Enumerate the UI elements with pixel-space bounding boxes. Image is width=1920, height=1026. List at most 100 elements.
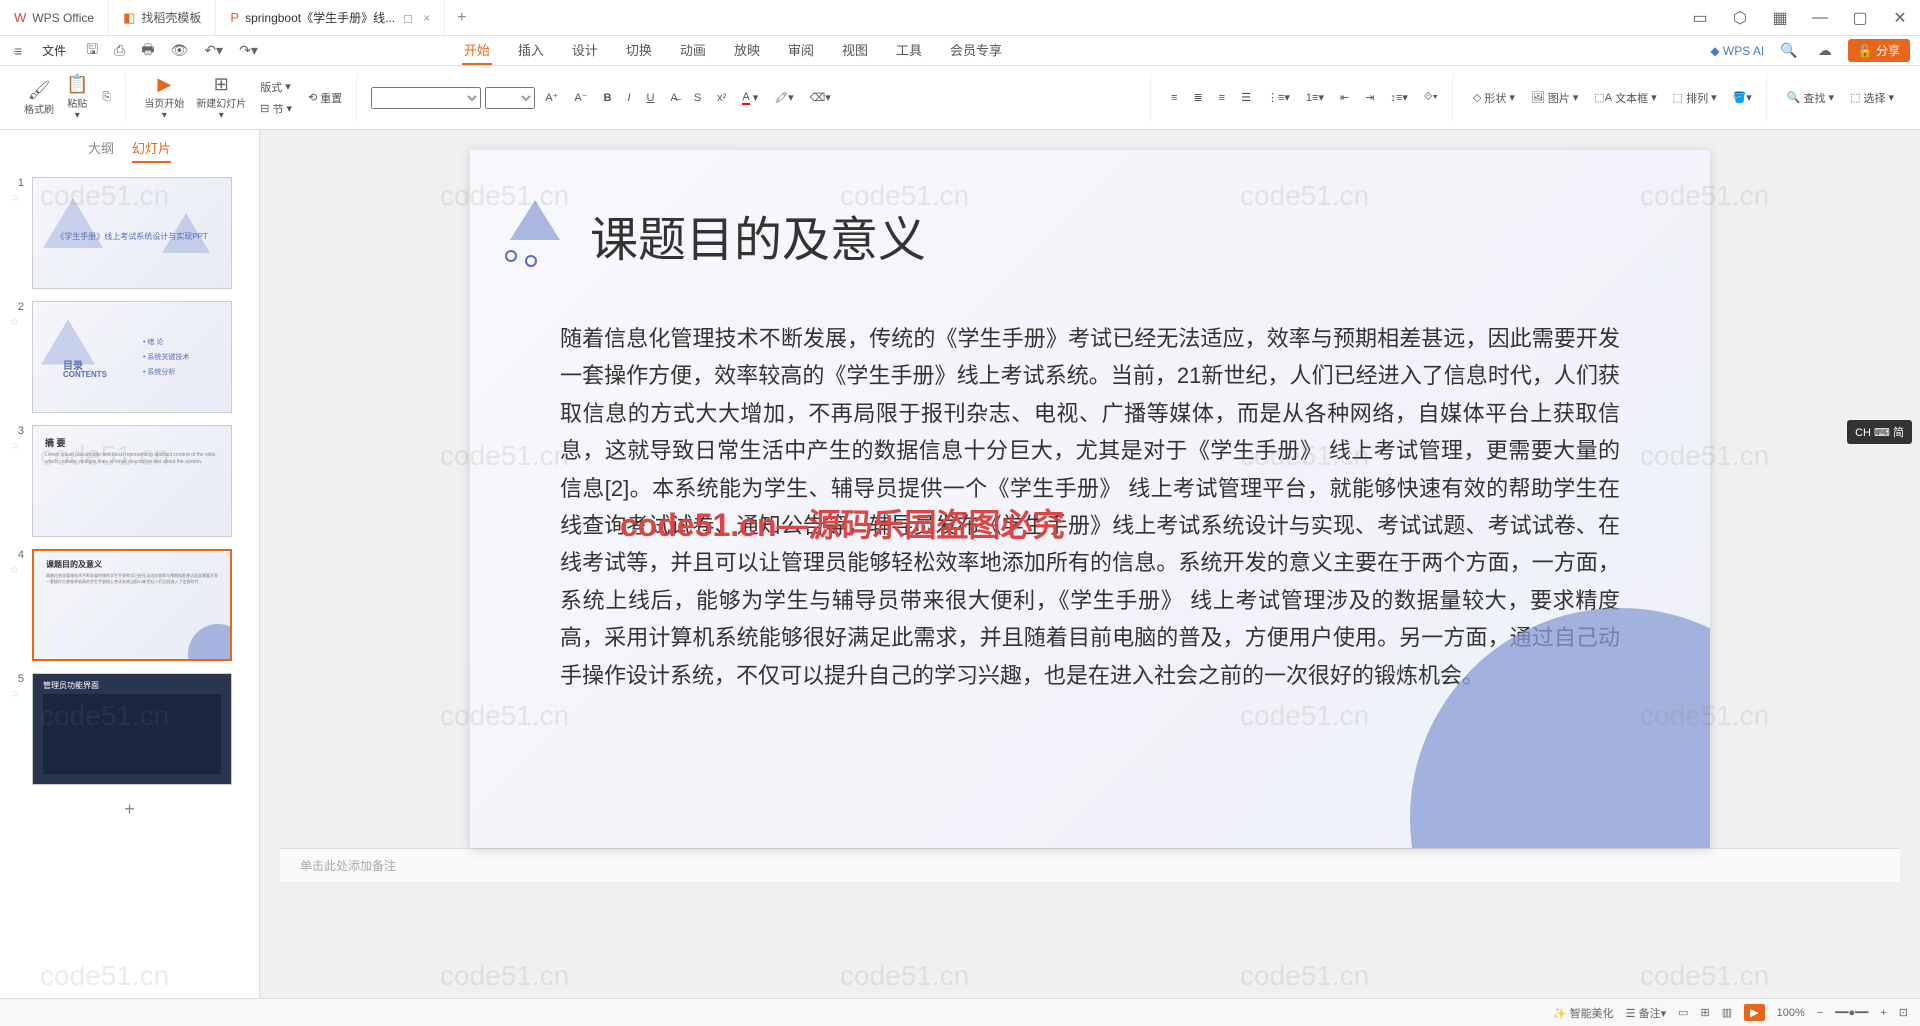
- arrange-button[interactable]: ⬚ 排列▾: [1667, 88, 1723, 108]
- ribbon-tab-review[interactable]: 审阅: [786, 36, 816, 65]
- window-icon-1[interactable]: ▭: [1680, 0, 1720, 36]
- slide-title[interactable]: 课题目的及意义: [590, 200, 926, 270]
- increase-font-button[interactable]: A⁺: [539, 89, 564, 106]
- star-icon[interactable]: ☆: [10, 689, 24, 700]
- textbox-button[interactable]: ⬚A 文本框▾: [1588, 88, 1662, 108]
- smart-beautify-button[interactable]: ✨ 智能美化: [1553, 1005, 1614, 1021]
- file-menu[interactable]: 文件: [34, 40, 74, 61]
- close-window-button[interactable]: ✕: [1880, 0, 1920, 36]
- new-slide-button[interactable]: ⊞新建幻灯片▾: [192, 72, 250, 123]
- bold-button[interactable]: B: [598, 90, 618, 106]
- fill-button[interactable]: 🪣▾: [1727, 89, 1758, 106]
- copy-button[interactable]: ⎘: [96, 89, 117, 106]
- reset-button[interactable]: ⟲ 重置: [302, 88, 348, 108]
- panel-tab-slides[interactable]: 幻灯片: [132, 138, 171, 163]
- font-size-select[interactable]: [485, 87, 535, 109]
- ribbon-tab-insert[interactable]: 插入: [516, 36, 546, 65]
- zoom-level[interactable]: 100%: [1777, 1007, 1805, 1019]
- tab-wps-home[interactable]: WWPS Office: [0, 0, 109, 35]
- select-button[interactable]: ⬚ 选择▾: [1844, 88, 1900, 108]
- ribbon-tab-design[interactable]: 设计: [570, 36, 600, 65]
- maximize-button[interactable]: ▢: [1840, 0, 1880, 36]
- slide-thumb-4[interactable]: 课题目的及意义 随着信息化管理技术不断发展传统的学生手册考试已经无法适应效率与预…: [32, 549, 232, 661]
- hamburger-icon[interactable]: ≡: [10, 41, 26, 61]
- zoom-slider[interactable]: ━━●━━: [1835, 1006, 1868, 1019]
- strike-button[interactable]: S: [688, 90, 707, 106]
- search-icon[interactable]: 🔍: [1776, 40, 1801, 61]
- numbering-button[interactable]: 1≡▾: [1300, 89, 1330, 106]
- add-tab-button[interactable]: +: [445, 9, 478, 27]
- language-badge[interactable]: CH ⌨ 简: [1847, 420, 1912, 444]
- notes-input[interactable]: 单击此处添加备注: [280, 848, 1900, 882]
- indent-dec-button[interactable]: ⇤: [1334, 89, 1355, 106]
- export-icon[interactable]: ⎙: [110, 40, 129, 61]
- shape-button[interactable]: ◇ 形状▾: [1467, 88, 1521, 108]
- ribbon-tab-tools[interactable]: 工具: [894, 36, 924, 65]
- window-icon-2[interactable]: ⬡: [1720, 0, 1760, 36]
- slide-thumb-5[interactable]: 管理员功能界面: [32, 673, 232, 785]
- view-sorter-button[interactable]: ⊞: [1701, 1006, 1710, 1019]
- align-right-button[interactable]: ≡: [1213, 90, 1231, 106]
- superscript-button[interactable]: x²: [711, 90, 732, 106]
- align-left-button[interactable]: ≡: [1165, 90, 1183, 106]
- text-direction-button[interactable]: ⟐▾: [1418, 89, 1444, 106]
- slide-canvas[interactable]: 课题目的及意义 随着信息化管理技术不断发展，传统的《学生手册》考试已经无法适应，…: [470, 150, 1710, 848]
- save-icon[interactable]: 🖫: [82, 37, 102, 65]
- find-button[interactable]: 🔍 查找▾: [1781, 88, 1840, 108]
- strikethrough-button[interactable]: A̶: [664, 90, 683, 106]
- notes-toggle-button[interactable]: ☰ 备注▾: [1626, 1005, 1666, 1021]
- view-normal-button[interactable]: ▭: [1678, 1006, 1688, 1019]
- start-current-button[interactable]: ▶当页开始▾: [140, 72, 188, 123]
- fit-button[interactable]: ⊡: [1899, 1006, 1908, 1019]
- line-spacing-button[interactable]: ↕≡▾: [1384, 89, 1413, 106]
- ribbon-tab-animation[interactable]: 动画: [678, 36, 708, 65]
- share-button[interactable]: 🔓 分享: [1848, 39, 1910, 62]
- bullets-button[interactable]: ⋮≡▾: [1261, 89, 1296, 106]
- tab-document[interactable]: Pspringboot《学生手册》线...◻×: [216, 0, 445, 35]
- minimize-button[interactable]: —: [1800, 0, 1840, 36]
- print-icon[interactable]: 🖶: [137, 37, 158, 65]
- justify-button[interactable]: ☰: [1235, 89, 1257, 106]
- wps-ai-button[interactable]: ◆ WPS AI: [1710, 44, 1764, 58]
- align-center-button[interactable]: ≣: [1187, 89, 1208, 106]
- add-slide-button[interactable]: +: [0, 791, 259, 828]
- italic-button[interactable]: I: [621, 90, 636, 106]
- preview-icon[interactable]: 👁: [167, 40, 193, 61]
- layout-button[interactable]: 版式▾: [254, 77, 298, 97]
- slide-thumb-1[interactable]: 《学生手册》线上考试系统设计与实现PPT: [32, 177, 232, 289]
- clear-format-button[interactable]: ⌫▾: [804, 89, 837, 106]
- close-tab-icon[interactable]: ×: [423, 11, 430, 25]
- slide-body-text[interactable]: 随着信息化管理技术不断发展，传统的《学生手册》考试已经无法适应，效率与预期相差甚…: [560, 320, 1620, 694]
- zoom-out-button[interactable]: −: [1817, 1007, 1823, 1019]
- highlight-button[interactable]: 🖍▾: [768, 89, 800, 106]
- ribbon-tab-transition[interactable]: 切换: [624, 36, 654, 65]
- star-icon[interactable]: ☆: [10, 317, 24, 328]
- decrease-font-button[interactable]: A⁻: [568, 89, 593, 106]
- zoom-in-button[interactable]: +: [1880, 1007, 1886, 1019]
- cloud-icon[interactable]: ☁: [1814, 40, 1836, 61]
- ribbon-tab-member[interactable]: 会员专享: [948, 36, 1004, 65]
- ribbon-tab-start[interactable]: 开始: [462, 36, 492, 65]
- picture-button[interactable]: 🖼 图片▾: [1525, 88, 1585, 108]
- paste-button[interactable]: 📋粘贴▾: [62, 72, 92, 123]
- star-icon[interactable]: ☆: [10, 193, 24, 204]
- tab-template[interactable]: ◧找稻壳模板: [109, 0, 216, 35]
- window-icon-3[interactable]: ▦: [1760, 0, 1800, 36]
- ribbon-tab-slideshow[interactable]: 放映: [732, 36, 762, 65]
- section-button[interactable]: ⊟ 节▾: [254, 99, 298, 119]
- panel-tab-outline[interactable]: 大纲: [88, 138, 114, 163]
- star-icon[interactable]: ☆: [10, 441, 24, 452]
- star-icon[interactable]: ☆: [10, 565, 24, 576]
- view-slideshow-button[interactable]: ▶: [1744, 1004, 1764, 1021]
- undo-icon[interactable]: ↶▾: [200, 40, 227, 61]
- redo-icon[interactable]: ↷▾: [235, 40, 262, 61]
- underline-button[interactable]: U: [641, 90, 661, 106]
- slide-thumb-3[interactable]: 摘 要 Lorem ipsum placeholder text block r…: [32, 425, 232, 537]
- indent-inc-button[interactable]: ⇥: [1359, 89, 1380, 106]
- format-painter-button[interactable]: 🖌格式刷: [20, 78, 58, 118]
- font-family-select[interactable]: [371, 87, 481, 109]
- view-reading-button[interactable]: ▥: [1722, 1006, 1732, 1019]
- ribbon-tab-view[interactable]: 视图: [840, 36, 870, 65]
- slide-thumb-2[interactable]: 目录 CONTENTS • 绪 论 • 系统关键技术 • 系统分析: [32, 301, 232, 413]
- font-color-button[interactable]: A▾: [736, 89, 764, 107]
